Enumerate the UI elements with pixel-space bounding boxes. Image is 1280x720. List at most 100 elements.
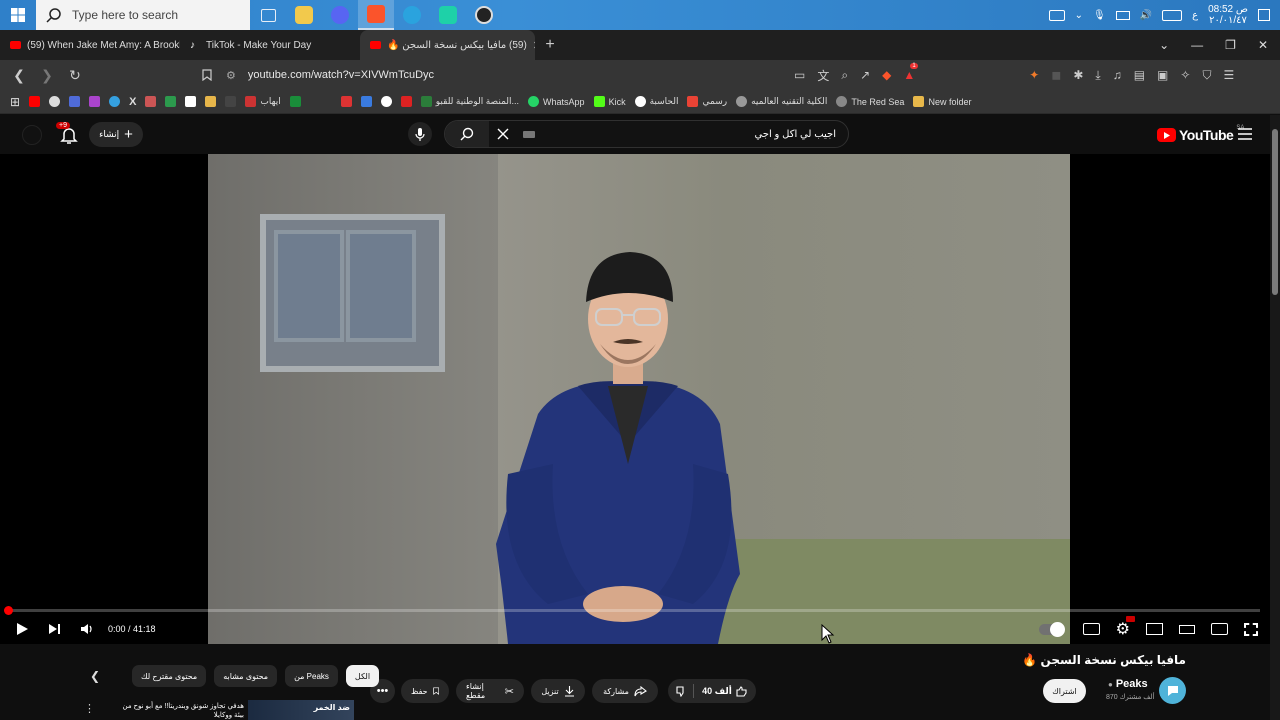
tab-youtube-active[interactable]: (59) مافيا بيكس نسخة السجن 🔥 ✕ [360, 30, 535, 60]
reload-icon[interactable]: ↻ [64, 64, 86, 86]
bookmark-kick[interactable]: Kick [593, 96, 626, 107]
back-icon[interactable]: ❮ [8, 64, 30, 86]
recommended-video[interactable]: ⋮ هدفي تجاوز شونق وبندريتا!! مع أبو نوح … [84, 700, 356, 720]
close-window-icon[interactable]: ✕ [1258, 38, 1268, 52]
taskbar-search-box[interactable]: Type here to search [36, 0, 250, 30]
new-tab-button[interactable]: + [535, 30, 565, 60]
task-view-button[interactable] [250, 0, 286, 30]
mute-button[interactable] [70, 614, 102, 644]
brave-app-button[interactable] [358, 0, 394, 30]
dislike-button[interactable] [669, 685, 693, 697]
guide-menu-button[interactable] [1238, 127, 1252, 140]
video-player[interactable]: 0:00 / 41:18 ⚙ [0, 154, 1270, 644]
create-button[interactable]: إنشاء + [89, 122, 143, 147]
amazon-bookmark-icon[interactable] [185, 96, 197, 107]
chip-suggested[interactable]: محتوى مقترح لك [132, 665, 207, 687]
app-button[interactable] [430, 0, 466, 30]
channel-avatar[interactable] [1159, 677, 1186, 704]
translate-icon[interactable]: 文 [817, 67, 829, 84]
x-bookmark-icon[interactable]: X [129, 96, 136, 108]
obs-app-button[interactable] [466, 0, 502, 30]
puzzle-icon[interactable]: ✱ [1073, 68, 1083, 82]
site-info-icon[interactable]: ⚙ [226, 69, 236, 82]
bookmark-page-icon[interactable] [196, 64, 218, 86]
download-button[interactable]: تنزيل [531, 679, 585, 703]
chevron-left-icon[interactable]: ❮ [90, 669, 110, 683]
discord-app-button[interactable] [322, 0, 358, 30]
like-button[interactable]: 40 ألف [694, 686, 755, 697]
recommended-thumbnail[interactable]: ضد الخمر [248, 700, 354, 720]
channel-name[interactable]: ● Peaks [1108, 678, 1148, 690]
search-button[interactable] [445, 121, 489, 147]
network-icon[interactable] [1115, 10, 1130, 20]
bookmark-college[interactable]: الكلية التقنيه العالميه [736, 96, 827, 107]
bookmark-icon[interactable] [145, 96, 157, 107]
telegram-app-button[interactable] [394, 0, 430, 30]
download-icon[interactable]: ⤓ [1095, 68, 1100, 83]
extension-icon[interactable]: ◼ [1051, 68, 1061, 82]
page-scrollbar[interactable] [1270, 115, 1280, 720]
bookmark-official[interactable]: رسمي [687, 96, 727, 107]
sidebar-icon[interactable]: ▤ [1134, 68, 1145, 82]
apps-grid-icon[interactable]: ⊞ [10, 95, 20, 109]
wallet-icon[interactable]: ▣ [1157, 68, 1168, 82]
keyboard-icon[interactable] [523, 130, 535, 138]
file-explorer-button[interactable] [286, 0, 322, 30]
cast-icon[interactable]: ▭ [794, 68, 805, 82]
tab-youtube-brooklyn[interactable]: (59) When Jake Met Amy: A Brooklyn [0, 30, 180, 60]
scrollbar-thumb[interactable] [1272, 129, 1278, 295]
account-avatar[interactable] [22, 125, 42, 145]
chip-all[interactable]: الكل [345, 665, 380, 687]
bookmark-icon[interactable] [109, 96, 121, 107]
bookmark-icon[interactable] [340, 96, 352, 107]
notification-icon[interactable] [1258, 9, 1270, 21]
bookmark-icon[interactable] [69, 96, 81, 107]
cast-icon[interactable] [1211, 623, 1228, 635]
subscribe-button[interactable]: اشتراك [1043, 679, 1086, 703]
subtitles-icon[interactable] [1082, 623, 1100, 635]
brave-shields-icon[interactable]: ◆ [882, 68, 891, 82]
tab-search-icon[interactable]: ⌄ [1159, 38, 1169, 52]
tab-tiktok[interactable]: ♪ TikTok - Make Your Day [180, 30, 360, 60]
miniplayer-icon[interactable] [1146, 623, 1163, 635]
volume-icon[interactable]: 🔊 [1140, 10, 1152, 21]
save-button[interactable]: حفظ [401, 679, 449, 703]
bookmark-calculator[interactable]: الحاسبة [634, 96, 678, 107]
github-bookmark-icon[interactable] [380, 96, 392, 107]
bookmark-icon[interactable] [400, 96, 412, 107]
chip-from-peaks[interactable]: من Peaks [285, 665, 338, 687]
bookmark-icon[interactable] [360, 96, 372, 107]
minimize-icon[interactable]: — [1191, 38, 1203, 52]
notifications-button[interactable]: +9 [56, 122, 80, 146]
bookmark-national-platform[interactable]: المنصة الوطنية للقبو... [420, 96, 519, 107]
grammarly-bookmark-icon[interactable] [165, 96, 177, 107]
forward-icon[interactable]: ❯ [36, 64, 58, 86]
theater-mode-icon[interactable] [1179, 624, 1195, 634]
bookmark-whatsapp[interactable]: WhatsApp [528, 96, 585, 107]
windows-start-button[interactable] [0, 0, 36, 30]
voice-search-button[interactable] [408, 122, 432, 146]
bookmark-icon[interactable] [205, 96, 217, 107]
search-input[interactable]: اجيب لي اكل و اجي [754, 129, 836, 140]
media-icon[interactable]: ♫ [1113, 68, 1122, 82]
share-icon[interactable]: ↗ [860, 68, 870, 82]
youtube-logo[interactable]: YouTube SA [1157, 125, 1244, 143]
more-vertical-icon[interactable]: ⋮ [84, 702, 95, 715]
threads-bookmark-icon[interactable] [49, 96, 61, 107]
restore-icon[interactable]: ❐ [1225, 38, 1236, 52]
share-button[interactable]: مشاركة [592, 679, 658, 703]
bookmark-ehab[interactable]: ايهاب [245, 96, 281, 107]
chip-similar[interactable]: محتوى مشابه [214, 665, 278, 687]
language-indicator[interactable]: ع [1192, 10, 1198, 21]
bookmark-icon[interactable] [225, 96, 237, 107]
progress-bar[interactable] [4, 606, 1260, 615]
extension-icon[interactable]: ✦ [1029, 68, 1039, 82]
fullscreen-icon[interactable] [1244, 622, 1258, 636]
clear-search-button[interactable] [491, 128, 515, 140]
zoom-icon[interactable]: ⌕ [841, 68, 848, 83]
microphone-icon[interactable]: 🎙 [1093, 10, 1106, 21]
next-button[interactable] [38, 614, 70, 644]
bookmark-icon[interactable] [89, 96, 101, 107]
brave-rewards-icon[interactable]: ▲ 1 [903, 63, 918, 82]
vpn-icon[interactable]: ⛉ [1202, 68, 1211, 83]
